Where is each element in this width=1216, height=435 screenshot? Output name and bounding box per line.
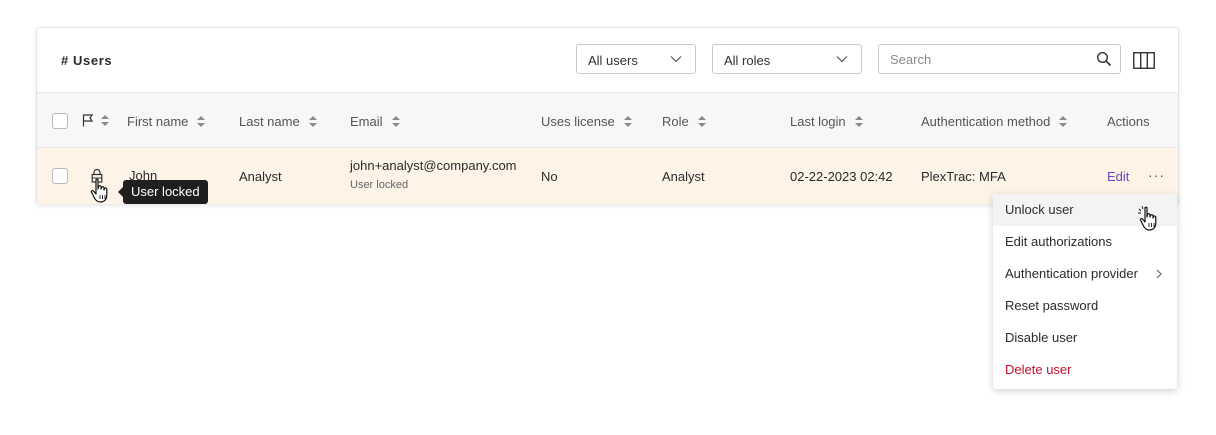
select-all-checkbox[interactable] xyxy=(52,113,68,129)
chevron-down-icon xyxy=(836,56,848,63)
column-last-login[interactable]: Last login xyxy=(790,114,863,129)
lock-tooltip: User locked xyxy=(118,180,208,204)
column-role[interactable]: Role xyxy=(662,114,706,129)
users-filter-value: All users xyxy=(588,53,638,68)
table-header: First name Last name Email Uses license … xyxy=(37,92,1178,148)
columns-icon[interactable] xyxy=(1133,52,1155,69)
auth-method-cell: PlexTrac: MFA xyxy=(921,169,1006,184)
menu-item-disable-user[interactable]: Disable user xyxy=(993,322,1177,354)
sort-icon xyxy=(308,115,317,128)
roles-filter-value: All roles xyxy=(724,53,771,68)
column-actions: Actions xyxy=(1107,114,1150,129)
users-card: # Users All users All roles First name L… xyxy=(36,27,1179,204)
users-filter-select[interactable]: All users xyxy=(576,44,696,74)
toolbar: # Users All users All roles xyxy=(37,28,1178,92)
sort-icon xyxy=(1059,115,1068,128)
flag-icon xyxy=(82,114,94,127)
more-actions-button[interactable]: ··· xyxy=(1148,167,1165,183)
sort-icon xyxy=(197,115,206,128)
pointer-hand-icon xyxy=(90,178,108,203)
chevron-right-icon xyxy=(1156,269,1162,279)
uses-license-cell: No xyxy=(541,169,558,184)
column-email[interactable]: Email xyxy=(350,114,400,129)
last-login-cell: 02-22-2023 02:42 xyxy=(790,169,893,184)
role-cell: Analyst xyxy=(662,169,705,184)
search-icon[interactable] xyxy=(1096,51,1112,67)
sort-icon xyxy=(101,114,109,127)
column-uses-license[interactable]: Uses license xyxy=(541,114,632,129)
sort-icon xyxy=(697,115,706,128)
roles-filter-select[interactable]: All roles xyxy=(712,44,862,74)
chevron-down-icon xyxy=(670,56,682,63)
email-cell: john+analyst@company.com User locked xyxy=(350,158,517,191)
last-name-cell: Analyst xyxy=(239,169,282,184)
sort-icon xyxy=(391,115,400,128)
column-flag[interactable] xyxy=(82,114,109,127)
column-first-name[interactable]: First name xyxy=(127,114,206,129)
edit-link[interactable]: Edit xyxy=(1107,169,1129,184)
sort-icon xyxy=(623,115,632,128)
menu-item-delete-user[interactable]: Delete user xyxy=(993,354,1177,386)
menu-item-reset-password[interactable]: Reset password xyxy=(993,290,1177,322)
email-status: User locked xyxy=(350,179,409,191)
search-box xyxy=(878,44,1121,74)
sort-icon xyxy=(854,115,863,128)
column-auth-method[interactable]: Authentication method xyxy=(921,114,1068,129)
email-text: john+analyst@company.com xyxy=(350,158,517,173)
row-checkbox[interactable] xyxy=(52,168,68,184)
menu-item-authentication-provider[interactable]: Authentication provider xyxy=(993,258,1177,290)
pointer-hand-icon xyxy=(1138,205,1157,231)
column-last-name[interactable]: Last name xyxy=(239,114,317,129)
search-input[interactable] xyxy=(879,45,1090,73)
page-title: # Users xyxy=(61,53,113,68)
